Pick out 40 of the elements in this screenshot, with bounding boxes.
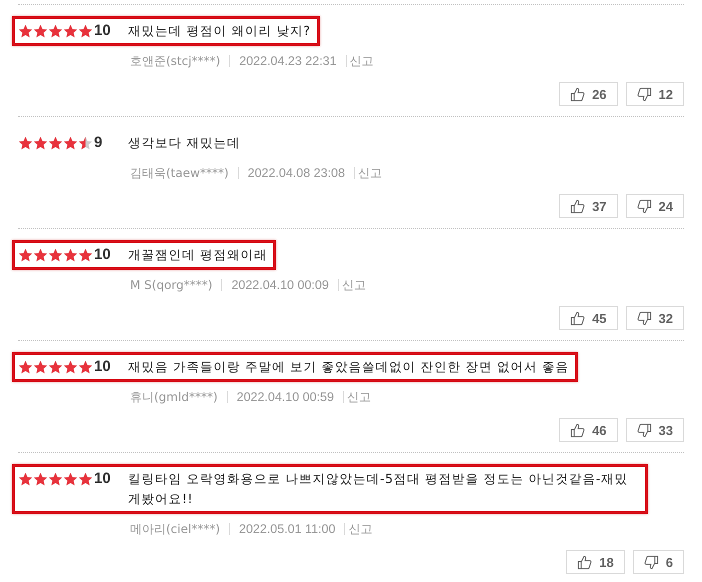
- thumbs-down-icon: [636, 86, 652, 102]
- author-name: 휴니(gmld****): [130, 389, 219, 405]
- author-name: 김태욱(taew****): [130, 165, 230, 181]
- author-name: 호앤준(stcj****): [130, 53, 222, 69]
- rating-score: 10: [94, 469, 112, 489]
- thumbs-down-icon: [636, 198, 652, 214]
- like-button[interactable]: 46: [559, 418, 618, 442]
- rating-score: 10: [94, 245, 112, 265]
- review-text: 생각보다 재밌는데: [128, 134, 240, 152]
- thumbs-down-icon: [636, 310, 652, 326]
- review-date: 2022.05.01 11:00: [238, 521, 336, 537]
- like-button[interactable]: 37: [559, 194, 618, 218]
- review-date: 2022.04.08 23:08: [246, 165, 346, 181]
- review-text: 킬링타임 오락영화용으로 나쁘지않았는데-5점대 평점받을 정도는 아닌것같음-재밌게봤어요!!: [128, 470, 629, 508]
- review-date: 2022.04.10 00:59: [236, 389, 335, 405]
- review-date: 2022.04.10 00:09: [230, 277, 330, 293]
- dislike-button[interactable]: 6: [632, 550, 684, 574]
- thumbs-up-icon: [570, 86, 586, 102]
- author-name: M S(qorg****): [130, 277, 214, 293]
- thumbs-down-icon: [636, 422, 652, 438]
- rating-score: 10: [94, 21, 112, 41]
- dislike-button[interactable]: 32: [626, 306, 684, 330]
- author-name: 메아리(ciel****): [130, 521, 222, 537]
- review-text: 재밌는데 평점이 왜이리 낮지?: [128, 22, 311, 40]
- like-button[interactable]: 26: [559, 82, 618, 106]
- rating-score: 9: [94, 133, 104, 153]
- thumbs-up-icon: [570, 422, 586, 438]
- rating-score: 10: [94, 357, 112, 377]
- thumbs-down-icon: [644, 554, 659, 570]
- dislike-button[interactable]: 24: [626, 194, 684, 218]
- thumbs-up-icon: [577, 554, 592, 570]
- thumbs-up-icon: [570, 198, 586, 214]
- review-text: 재밌음 가족들이랑 주말에 보기 좋았음쓸데없이 잔인한 장면 없어서 좋음: [128, 358, 569, 376]
- dislike-button[interactable]: 12: [626, 82, 684, 106]
- like-button[interactable]: 45: [559, 306, 618, 330]
- review-text: 개꿀잼인데 평점왜이래: [128, 246, 268, 264]
- review-date: 2022.04.23 22:31: [238, 53, 338, 69]
- like-button[interactable]: 18: [566, 550, 625, 574]
- thumbs-up-icon: [570, 310, 586, 326]
- dislike-button[interactable]: 33: [626, 418, 684, 442]
